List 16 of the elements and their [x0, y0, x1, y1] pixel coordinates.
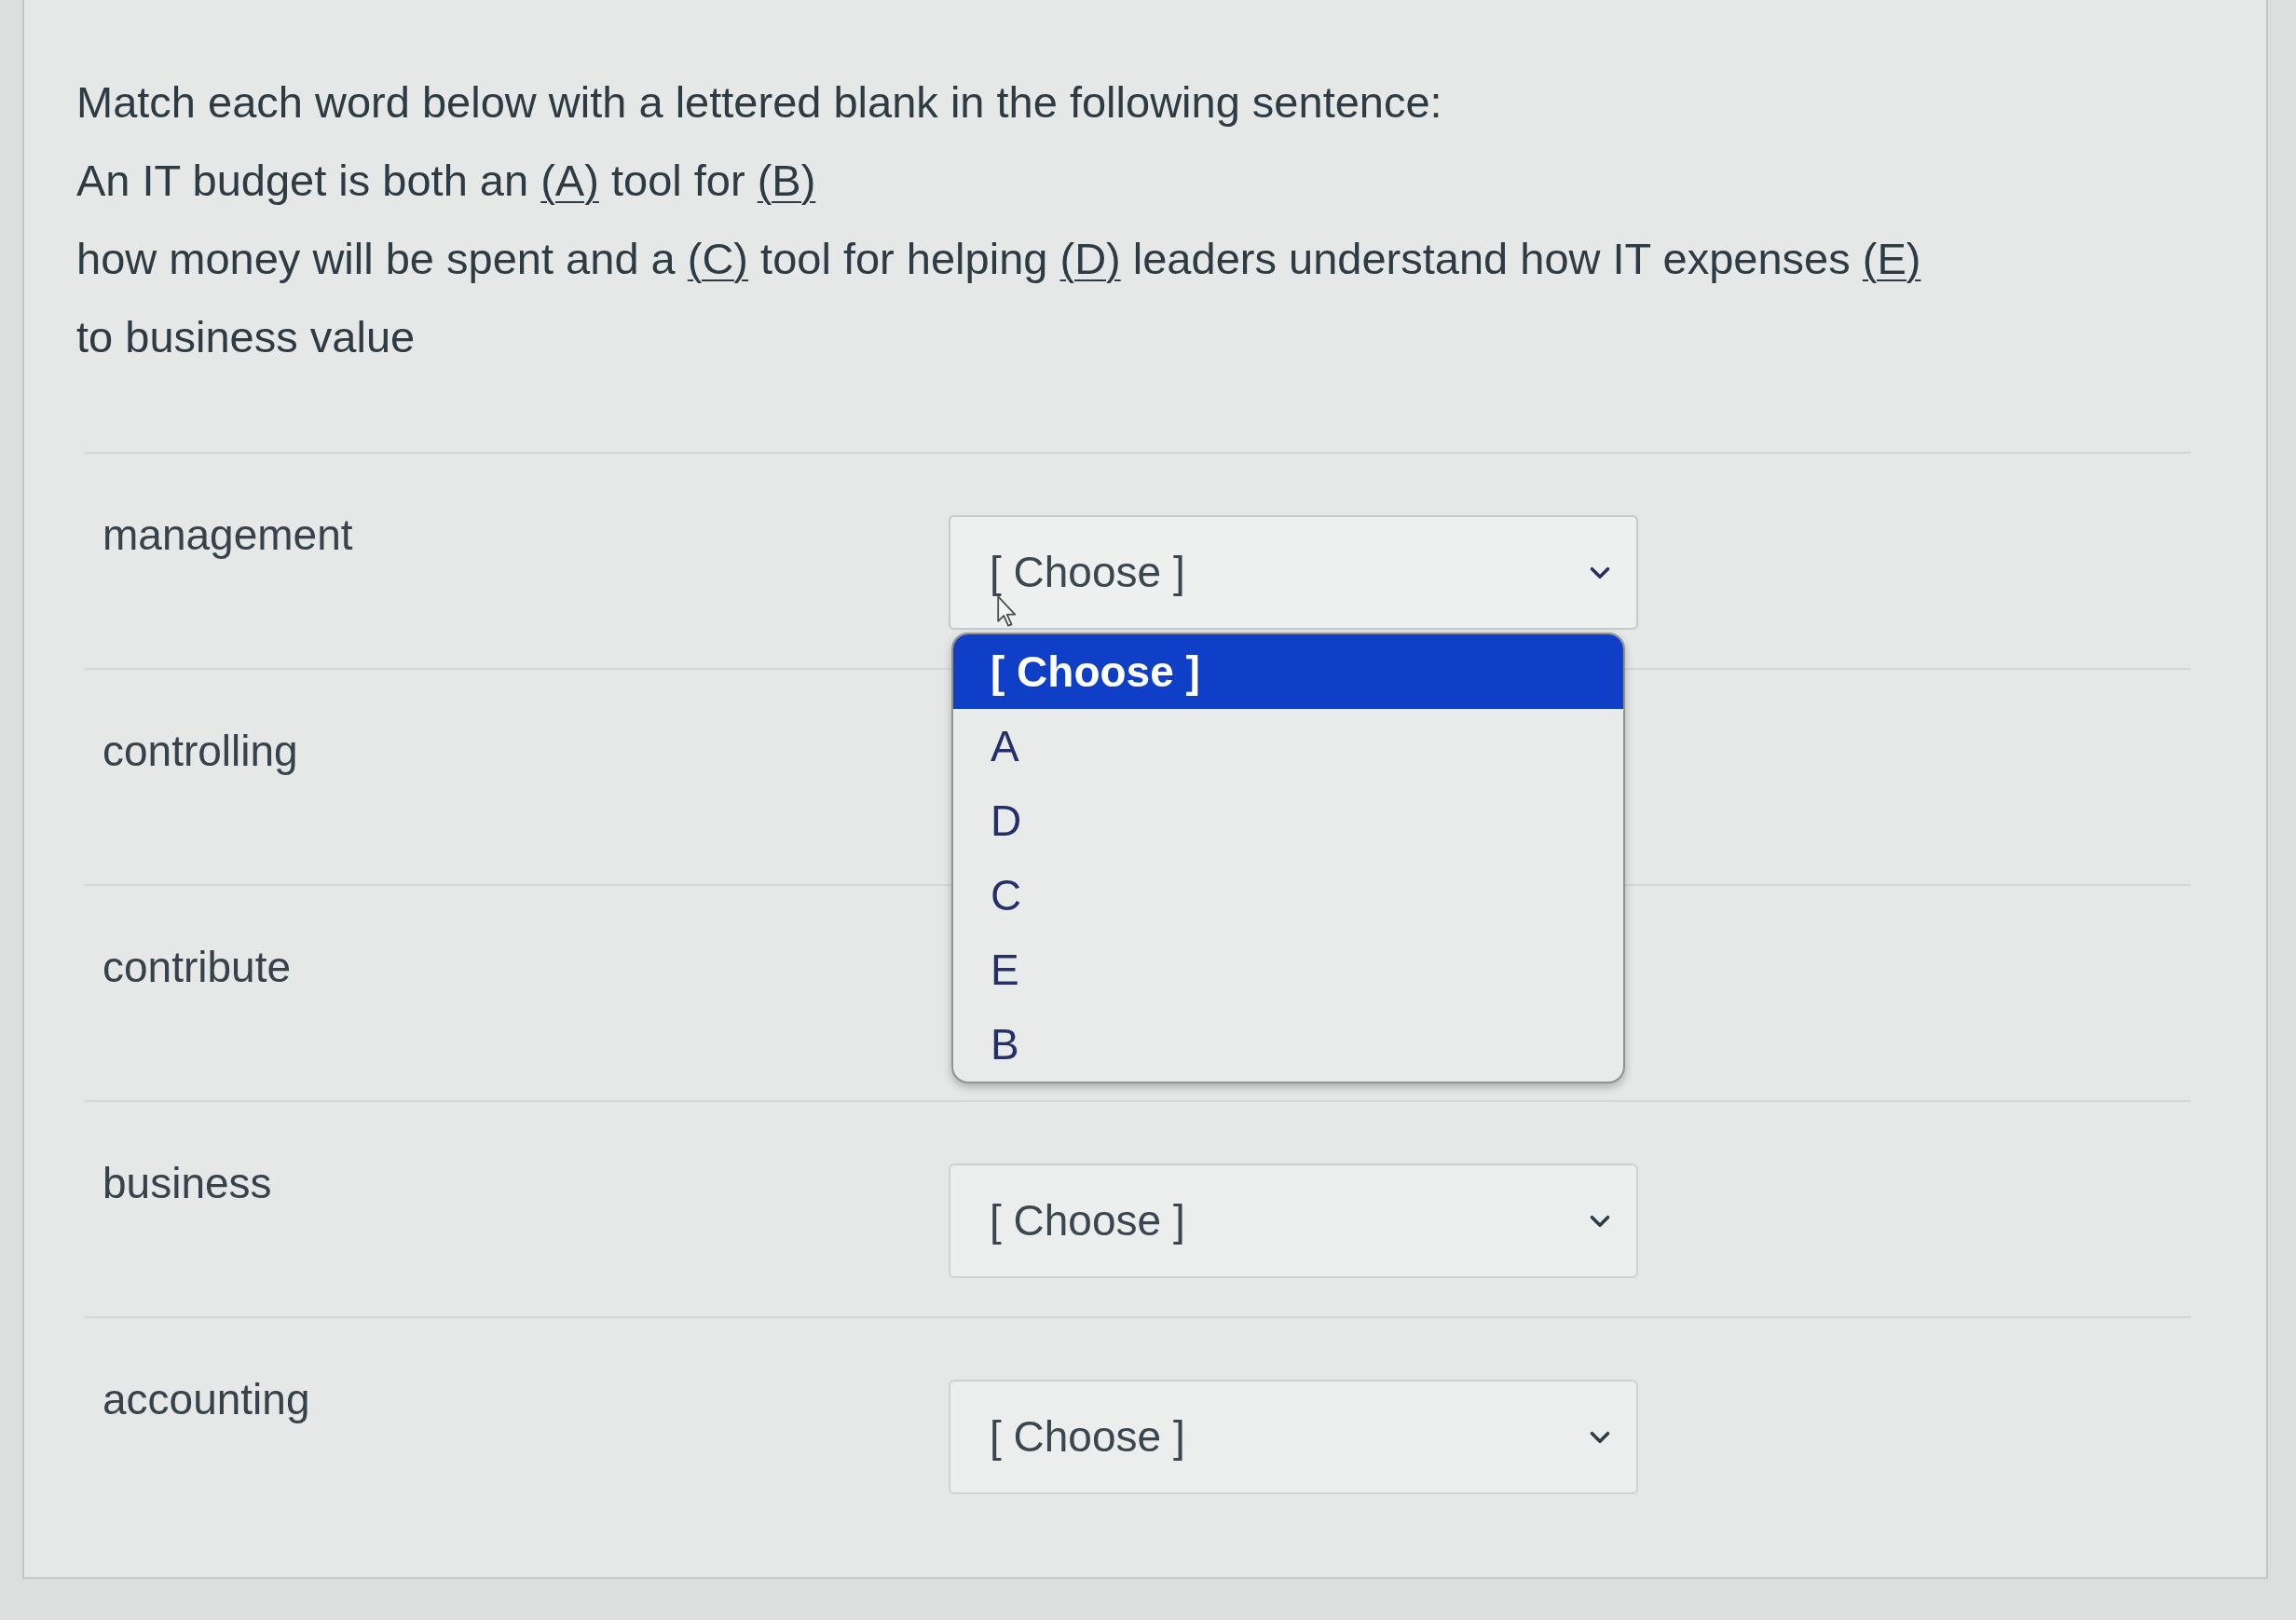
question-sentence: An IT budget is both an (A) tool for (B) how money will be spent and a (C) tool for helping (D) leaders understand how IT expenses (E) to business value [76, 155, 1921, 363]
answer-select[interactable]: [ Choose ] [949, 1380, 1638, 1494]
dropdown-option[interactable]: E [953, 933, 1623, 1007]
answer-word: contribute [102, 943, 291, 991]
question-prompt: Match each word below with a lettered blank in the following sentence: [76, 76, 1442, 129]
dropdown-option[interactable]: D [953, 783, 1623, 858]
dropdown-option[interactable]: B [953, 1007, 1623, 1082]
answer-word: accounting [102, 1375, 310, 1423]
dropdown-option[interactable]: C [953, 858, 1623, 933]
answer-select[interactable]: [ Choose ] [949, 515, 1638, 630]
dropdown-option[interactable]: [ Choose ] [953, 634, 1623, 709]
answer-word: management [102, 511, 353, 559]
answer-word: controlling [102, 727, 298, 775]
dropdown-option[interactable]: A [953, 709, 1623, 783]
answer-word: business [102, 1159, 272, 1207]
answer-select[interactable]: [ Choose ] [949, 1164, 1638, 1278]
